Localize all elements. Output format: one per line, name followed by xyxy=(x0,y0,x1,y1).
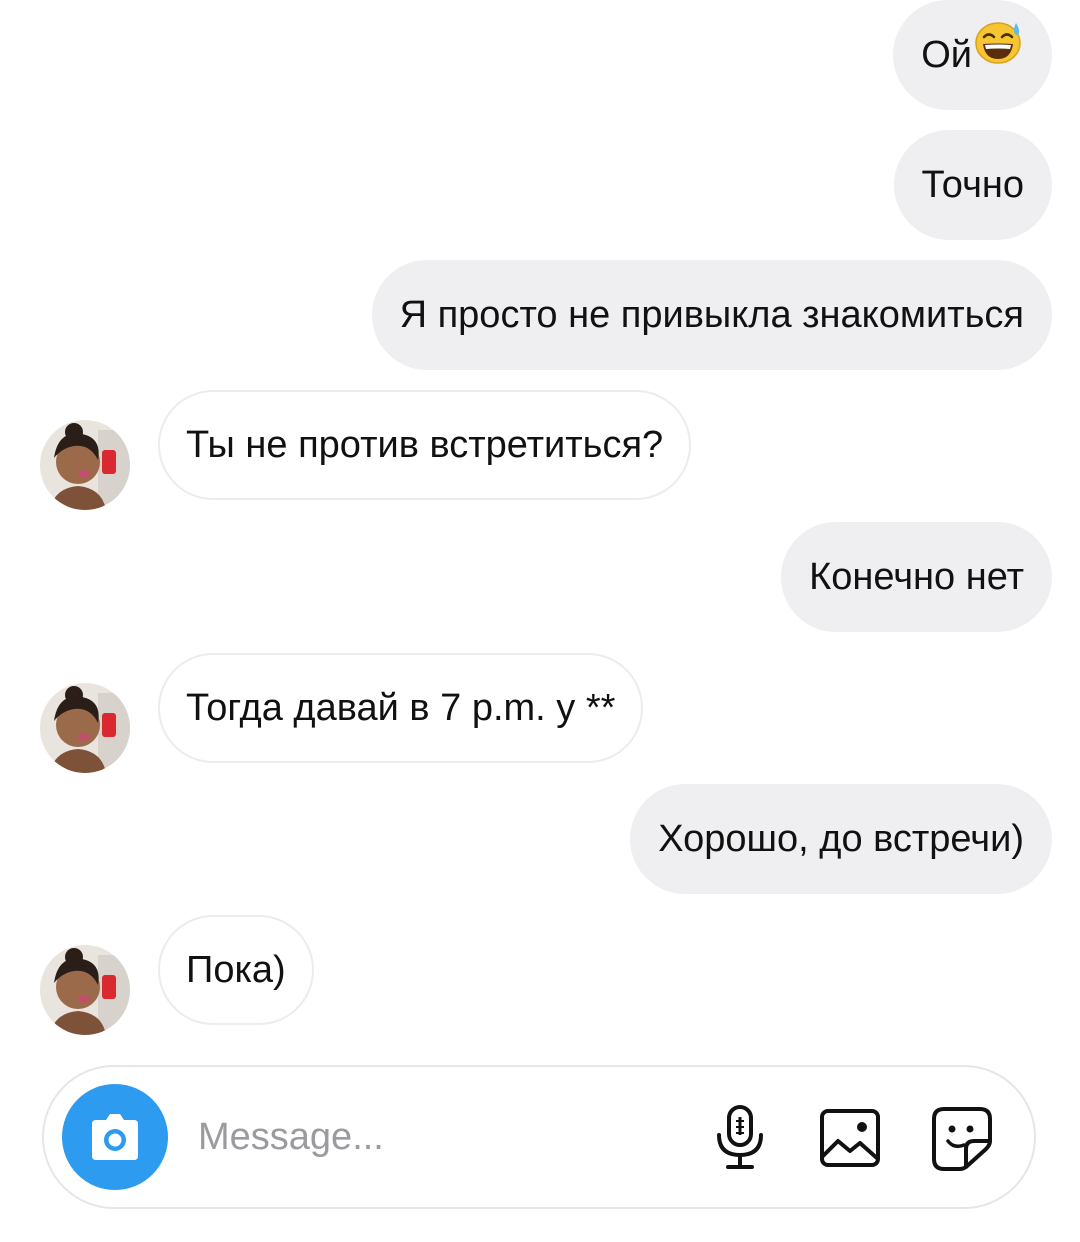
incoming-message[interactable]: Пока) xyxy=(158,915,314,1025)
contact-avatar[interactable] xyxy=(40,683,130,773)
message-text: Конечно нет xyxy=(809,556,1024,598)
grinning-sweat-emoji-icon xyxy=(974,0,1024,108)
message-composer xyxy=(42,1065,1036,1209)
outgoing-message[interactable]: Хорошо, до встречи) xyxy=(630,784,1052,894)
microphone-icon xyxy=(717,1105,763,1169)
message-text: Ты не против встретиться? xyxy=(186,424,664,466)
incoming-message[interactable]: Тогда давай в 7 p.m. у ** xyxy=(158,653,644,763)
message-input[interactable] xyxy=(198,1107,658,1167)
gallery-button[interactable] xyxy=(818,1105,882,1171)
message-text: Тогда давай в 7 p.m. у ** xyxy=(186,687,616,729)
sticker-icon xyxy=(932,1107,992,1171)
message-thread: Ой Точно Я просто не привыкла знакомитьс… xyxy=(0,0,1080,1060)
outgoing-message[interactable]: Ой xyxy=(893,0,1052,110)
sticker-button[interactable] xyxy=(930,1105,994,1171)
message-text: Ой xyxy=(921,34,972,76)
outgoing-message[interactable]: Я просто не привыкла знакомиться xyxy=(371,260,1052,370)
camera-icon xyxy=(92,1114,138,1160)
gallery-icon xyxy=(820,1109,880,1167)
contact-avatar[interactable] xyxy=(40,420,130,510)
camera-button[interactable] xyxy=(62,1084,168,1190)
message-text: Хорошо, до встречи) xyxy=(658,818,1024,860)
microphone-button[interactable] xyxy=(708,1105,772,1171)
outgoing-message[interactable]: Конечно нет xyxy=(781,522,1052,632)
outgoing-message[interactable]: Точно xyxy=(893,130,1052,240)
contact-avatar[interactable] xyxy=(40,945,130,1035)
message-text: Точно xyxy=(921,164,1024,206)
message-text: Я просто не привыкла знакомиться xyxy=(399,294,1024,336)
message-text: Пока) xyxy=(186,949,286,991)
incoming-message[interactable]: Ты не против встретиться? xyxy=(158,390,692,500)
